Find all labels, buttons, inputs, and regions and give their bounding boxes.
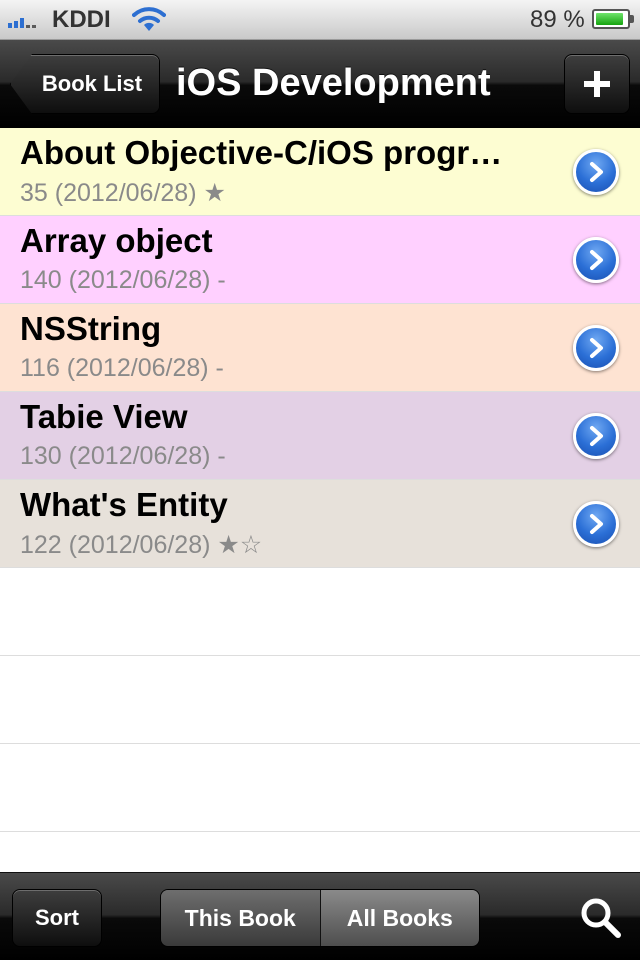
list-item-title: Array object — [20, 222, 213, 259]
list-item-subtitle: 140 (2012/06/28) - — [20, 266, 226, 294]
list-item-title: Tabie View — [20, 398, 188, 435]
chevron-right-icon — [590, 338, 603, 358]
sort-button[interactable]: Sort — [12, 889, 102, 947]
add-button[interactable] — [564, 54, 630, 114]
list-item-title: About Objective-C/iOS progr… — [20, 134, 503, 171]
battery-icon — [592, 9, 630, 29]
chevron-right-icon — [590, 250, 603, 270]
list-item[interactable]: Array object 140 (2012/06/28) - — [0, 216, 640, 304]
carrier-label: KDDI — [52, 6, 111, 33]
plus-icon — [584, 71, 610, 97]
navigation-bar: Book List iOS Development — [0, 40, 640, 128]
segment-all-books[interactable]: All Books — [319, 890, 479, 946]
page-title: iOS Development — [176, 62, 491, 104]
back-button[interactable]: Book List — [10, 54, 160, 114]
list-item-subtitle: 35 (2012/06/28) ★ — [20, 179, 226, 207]
chevron-right-icon — [590, 162, 603, 182]
disclosure-button[interactable] — [573, 237, 619, 283]
status-bar: KDDI 89 % — [0, 0, 640, 40]
disclosure-button[interactable] — [573, 501, 619, 547]
list-item-subtitle: 116 (2012/06/28) - — [20, 354, 224, 382]
battery-percent: 89 % — [530, 6, 585, 33]
chevron-right-icon — [590, 514, 603, 534]
disclosure-button[interactable] — [573, 149, 619, 195]
list-item-title: NSString — [20, 310, 162, 347]
battery-tip — [630, 15, 634, 23]
empty-row — [0, 744, 640, 832]
disclosure-button[interactable] — [573, 325, 619, 371]
list-item-subtitle: 122 (2012/06/28) ★☆ — [20, 531, 263, 559]
chevron-right-icon — [590, 426, 603, 446]
empty-row — [0, 656, 640, 744]
wifi-icon — [132, 7, 166, 31]
disclosure-button[interactable] — [573, 413, 619, 459]
list-item[interactable]: Tabie View 130 (2012/06/28) - — [0, 392, 640, 480]
list-item[interactable]: NSString 116 (2012/06/28) - — [0, 304, 640, 392]
bottom-toolbar: Sort This Book All Books — [0, 872, 640, 960]
list-item-subtitle: 130 (2012/06/28) - — [20, 442, 226, 470]
empty-row — [0, 568, 640, 656]
signal-icon — [8, 14, 36, 28]
chapter-list: About Objective-C/iOS progr… 35 (2012/06… — [0, 128, 640, 872]
list-item-title: What's Entity — [20, 486, 228, 523]
search-icon[interactable] — [578, 895, 624, 941]
segment-this-book[interactable]: This Book — [161, 890, 320, 946]
scope-segmented-control: This Book All Books — [160, 889, 480, 947]
list-item[interactable]: About Objective-C/iOS progr… 35 (2012/06… — [0, 128, 640, 216]
list-item[interactable]: What's Entity 122 (2012/06/28) ★☆ — [0, 480, 640, 568]
